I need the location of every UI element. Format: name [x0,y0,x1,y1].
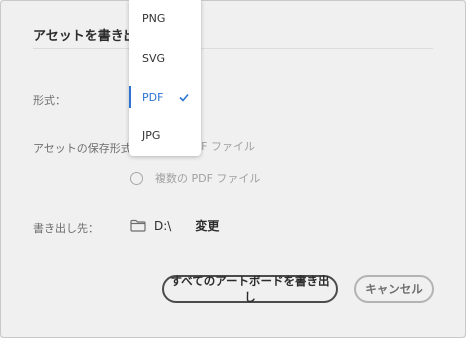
menu-item-png[interactable]: PNG [129,7,201,29]
save-format-label: アセットの保存形式： [33,142,143,155]
destination-label: 書き出し先： [33,222,99,235]
save-format-option-label: 複数の PDF ファイル [155,172,261,185]
export-assets-dialog: アセットを書き出し 形式： アセットの保存形式： PDF ファイル 複数の PD… [0,0,466,338]
menu-item-pdf[interactable]: PDF [129,86,201,108]
export-all-artboards-button[interactable]: すべてのアートボードを書き出し [162,274,338,304]
folder-icon [130,219,146,232]
menu-item-label: PNG [142,11,166,25]
save-format-option-multiple[interactable]: 複数の PDF ファイル [130,170,260,186]
format-label: 形式： [33,94,66,107]
menu-item-label: PDF [142,90,164,104]
title-divider [33,48,433,49]
cancel-button[interactable]: キャンセル [354,275,434,303]
destination-path: D:\ [154,218,172,233]
menu-item-label: SVG [142,51,166,65]
checkmark-icon [179,92,189,105]
destination-row: D:\ 変更 [130,217,219,234]
format-dropdown-menu: PNG SVG PDF JPG [129,0,201,156]
radio-button-icon[interactable] [130,171,143,185]
menu-item-jpg[interactable]: JPG [129,124,201,146]
menu-item-svg[interactable]: SVG [129,47,201,69]
menu-item-label: JPG [142,128,161,142]
change-destination-link[interactable]: 変更 [195,217,219,234]
